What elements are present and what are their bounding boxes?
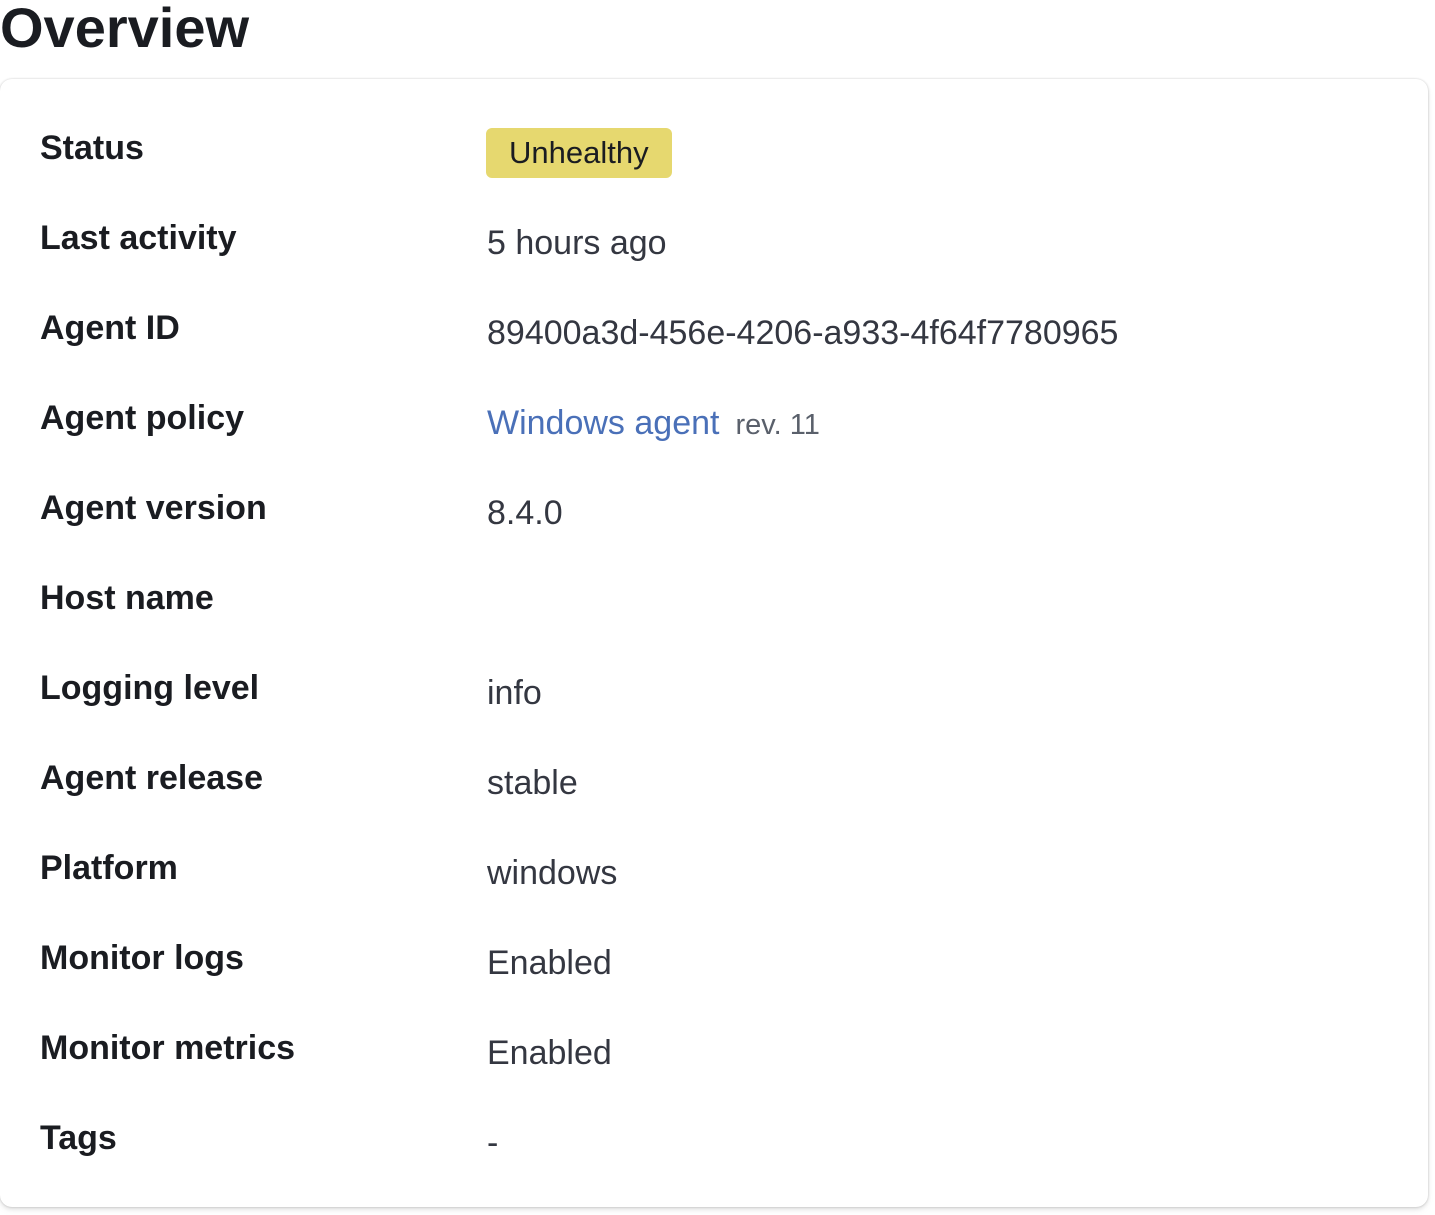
monitor-logs-label: Monitor logs: [40, 939, 244, 977]
tags-label: Tags: [40, 1119, 117, 1157]
row-platform: Platform windows: [0, 845, 1428, 935]
platform-label: Platform: [40, 849, 178, 887]
agent-release-value: stable: [487, 764, 578, 802]
agent-details-page: Overview Status Unhealthy Last activity …: [0, 0, 1435, 1215]
agent-version-label: Agent version: [40, 489, 267, 527]
status-label: Status: [40, 129, 144, 167]
host-name-label: Host name: [40, 579, 214, 617]
monitor-logs-value: Enabled: [487, 944, 612, 982]
monitor-metrics-value: Enabled: [487, 1034, 612, 1072]
policy-revision: rev. 11: [735, 409, 820, 441]
agent-id-value: 89400a3d-456e-4206-a933-4f64f7780965: [487, 314, 1119, 352]
agent-release-label: Agent release: [40, 759, 263, 797]
row-agent-version: Agent version 8.4.0: [0, 485, 1428, 575]
platform-value: windows: [487, 854, 618, 892]
row-status: Status: [0, 125, 1428, 215]
last-activity-label: Last activity: [40, 219, 237, 257]
row-agent-id: Agent ID 89400a3d-456e-4206-a933-4f64f77…: [0, 305, 1428, 395]
agent-policy-value: Windows agent rev. 11: [487, 400, 820, 448]
monitor-metrics-label: Monitor metrics: [40, 1029, 296, 1067]
row-agent-policy: Agent policy Windows agent rev. 11: [0, 395, 1428, 485]
row-monitor-metrics: Monitor metrics Enabled: [0, 1025, 1428, 1115]
last-activity-value: 5 hours ago: [487, 224, 667, 262]
row-host-name: Host name: [0, 575, 1428, 665]
logging-level-value: info: [487, 674, 542, 712]
agent-id-label: Agent ID: [40, 309, 180, 347]
agent-policy-link[interactable]: Windows agent: [487, 404, 719, 442]
agent-version-value: 8.4.0: [487, 494, 563, 532]
row-last-activity: Last activity 5 hours ago: [0, 215, 1428, 305]
agent-policy-label: Agent policy: [40, 399, 245, 437]
row-tags: Tags -: [0, 1115, 1428, 1205]
row-monitor-logs: Monitor logs Enabled: [0, 935, 1428, 1025]
page-title: Overview: [0, 0, 250, 59]
overview-panel: Status Unhealthy Last activity 5 hours a…: [0, 79, 1428, 1207]
row-agent-release: Agent release stable: [0, 755, 1428, 845]
row-logging-level: Logging level info: [0, 665, 1428, 755]
tags-value: -: [487, 1124, 499, 1162]
logging-level-label: Logging level: [40, 669, 260, 707]
status-badge: Unhealthy: [486, 128, 672, 178]
